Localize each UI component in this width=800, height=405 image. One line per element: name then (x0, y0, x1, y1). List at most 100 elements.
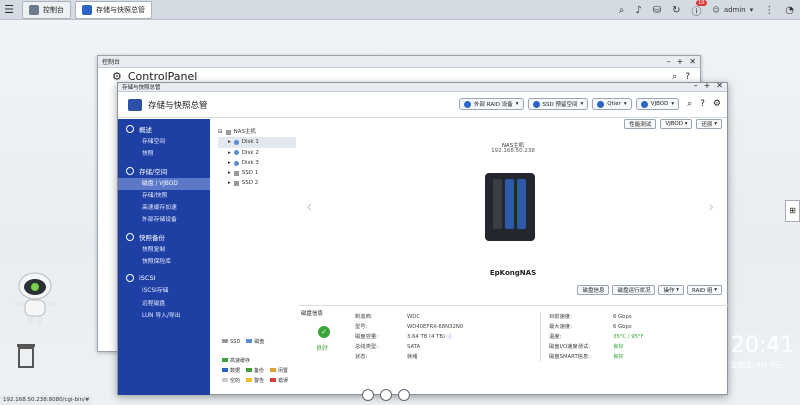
sidebar-item-cache-acceleration[interactable]: 高速缓存加速 (118, 202, 210, 214)
sidebar-item-disks-vjbod[interactable]: 磁盘 / VJBOD (118, 177, 210, 190)
app-title: 存储与快照总管 (148, 100, 208, 111)
tree-item-disk3[interactable]: ▸ Disk 3 (218, 158, 296, 168)
settings-gear-icon[interactable]: ⚙ (713, 99, 721, 109)
backup-icon (126, 232, 134, 241)
benchmark-button[interactable]: 性能测试 (624, 119, 657, 129)
ssd-icon (233, 181, 239, 187)
sidebar-item-lun-import-export[interactable]: LUN 导入/导出 (118, 310, 210, 322)
disk-health-button[interactable]: 磁盘运行状况 (612, 285, 656, 295)
action-menu-button[interactable]: 操作 ▾ (658, 285, 685, 295)
info-value: WDC (407, 314, 421, 320)
next-arrow-icon[interactable]: › (708, 197, 714, 216)
desktop-date: 星期五, 4月 5日 (731, 361, 782, 369)
ssd-overprovision-button[interactable]: SSD 预留空间 ▾ (527, 98, 589, 110)
drive-bay (517, 179, 526, 229)
sidebar-item-snapshot-vault[interactable]: 快照保险库 (118, 256, 210, 268)
maximize-icon[interactable]: + (677, 56, 684, 68)
minimize-icon[interactable]: – (667, 56, 671, 68)
sidebar-section-storage[interactable]: 存储/空间 (118, 164, 210, 178)
info-value: 良好 (613, 354, 624, 360)
disk-icon (233, 160, 239, 166)
sidebar-section-overview[interactable]: 概述 (118, 122, 210, 136)
qtier-button[interactable]: Qtier ▾ (592, 98, 632, 110)
sidebar-section-snapshot-backup[interactable]: 快照备份 (118, 230, 210, 244)
trash-icon[interactable] (15, 340, 37, 368)
sync-icon[interactable]: ↻ (672, 5, 680, 16)
more-icon[interactable]: ⋮ (764, 5, 774, 16)
minimize-icon[interactable]: – (694, 81, 698, 90)
info-key: 型号: (355, 324, 368, 330)
idle-swatch (270, 368, 277, 372)
sidebar-item-snapshot-replica[interactable]: 快照复制 (118, 244, 210, 256)
panel-title: 磁盘信息 (301, 311, 324, 317)
maximize-icon[interactable]: + (704, 81, 711, 90)
search-icon[interactable]: ⌕ (672, 72, 677, 82)
sidebar-item-storage-snapshots[interactable]: 存储/快照 (118, 190, 210, 202)
storage-manager-icon (82, 4, 92, 15)
vjbod-menu-button[interactable]: VJBOD ▾ (660, 119, 693, 129)
tree-item-ssd2[interactable]: ▸ SSD 2 (218, 178, 296, 188)
assistant-robot-icon[interactable] (12, 270, 58, 326)
info-value: 35°C / 95°F (613, 334, 644, 340)
taskbar: ☰ 控制台 存储与快照总管 ⌕ ♪ ⛁ ↻ ⓘ 10 ☺ admin ▾ ⋮ ◔ (0, 0, 800, 20)
raid-group-button[interactable]: RAID 组 ▾ (687, 285, 722, 295)
task-tab-control-panel[interactable]: 控制台 (22, 0, 71, 19)
info-key: 最大速度: (549, 324, 572, 330)
task-tab-storage-manager[interactable]: 存储与快照总管 (75, 0, 152, 19)
disk-icon (233, 150, 239, 156)
sidebar-section-iscsi[interactable]: iSCSI (118, 271, 210, 285)
main-menu-icon[interactable]: ☰ (0, 0, 18, 20)
window-title: 控制台 (102, 59, 121, 66)
tree-item-disk2[interactable]: ▸ Disk 2 (218, 148, 296, 158)
user-menu[interactable]: ☺ admin ▾ (713, 6, 754, 14)
disk-icon (233, 139, 239, 145)
vjbod-button[interactable]: VJBOD ▾ (635, 98, 680, 110)
help-icon[interactable]: ? (700, 99, 705, 109)
tree-item-disk1[interactable]: ▸ Disk 1 (218, 137, 296, 148)
dock-dot[interactable] (362, 389, 374, 401)
drive-bay (493, 179, 502, 229)
sidebar-item-storage-space[interactable]: 存储空间 (118, 136, 210, 148)
watermark: 值什么值得买 (632, 366, 728, 388)
page-title: ControlPanel (127, 69, 198, 83)
info-icon[interactable]: ⓘ (447, 334, 452, 340)
volume-icon[interactable]: ♪ (635, 5, 641, 16)
task-tab-label: 存储与快照总管 (96, 5, 145, 14)
info-value: 6 Gbps (613, 324, 632, 330)
tree-item-ssd1[interactable]: ▸ SSD 1 (218, 168, 296, 178)
external-raid-button[interactable]: 外部 RAID 设备 ▾ (459, 98, 524, 110)
dock-dot[interactable] (380, 389, 392, 401)
disk-info-right: 目前速度: 6 Gbps 最大速度: 6 Gbps 温度: 35°C / 95°F 磁… (540, 312, 644, 362)
sidebar-item-external-storage[interactable]: 外部存储设备 (118, 214, 210, 226)
info-value: 6 Gbps (613, 314, 632, 320)
disk-info-button[interactable]: 磁盘信息 (577, 285, 610, 295)
search-icon[interactable]: ⌕ (687, 99, 692, 109)
side-panel-toggle[interactable]: ⊞ (785, 200, 800, 222)
prev-arrow-icon[interactable]: ‹ (306, 197, 312, 216)
notification-icon[interactable]: ⓘ 10 (692, 0, 707, 18)
dashboard-icon[interactable]: ◔ (785, 5, 794, 16)
ssd-icon (532, 100, 540, 108)
tree-root[interactable]: ⊟ NAS主机 (218, 127, 296, 137)
nas-device-image (485, 173, 535, 241)
empty-swatch (222, 378, 228, 382)
avatar: ☺ (712, 6, 720, 14)
raid-icon (464, 100, 472, 108)
task-tab-label: 控制台 (43, 5, 64, 14)
backup-swatch (246, 368, 253, 372)
window-titlebar: 控制台 – + ✕ (98, 56, 700, 68)
help-icon[interactable]: ? (685, 72, 690, 82)
sidebar-item-snapshot[interactable]: 快照 (118, 148, 210, 160)
notification-count: 10 (696, 0, 707, 6)
control-panel-icon (29, 4, 39, 15)
sidebar-item-remote-disk[interactable]: 远程磁盘 (118, 298, 210, 310)
close-icon[interactable]: ✕ (689, 56, 696, 68)
close-icon[interactable]: ✕ (716, 81, 723, 90)
dock-dot[interactable] (398, 389, 410, 401)
background-task-icon[interactable]: ⛁ (653, 5, 661, 16)
recover-button[interactable]: 还原 ▾ (696, 119, 722, 129)
device-tree: ⊟ NAS主机 ▸ Disk 1 ▸ Disk 2 ▸ Disk 3 ▸ SSD… (218, 127, 296, 357)
ssd-icon (233, 170, 239, 176)
sidebar-item-iscsi-storage[interactable]: iSCSI存储 (118, 285, 210, 297)
search-icon[interactable]: ⌕ (619, 5, 625, 16)
